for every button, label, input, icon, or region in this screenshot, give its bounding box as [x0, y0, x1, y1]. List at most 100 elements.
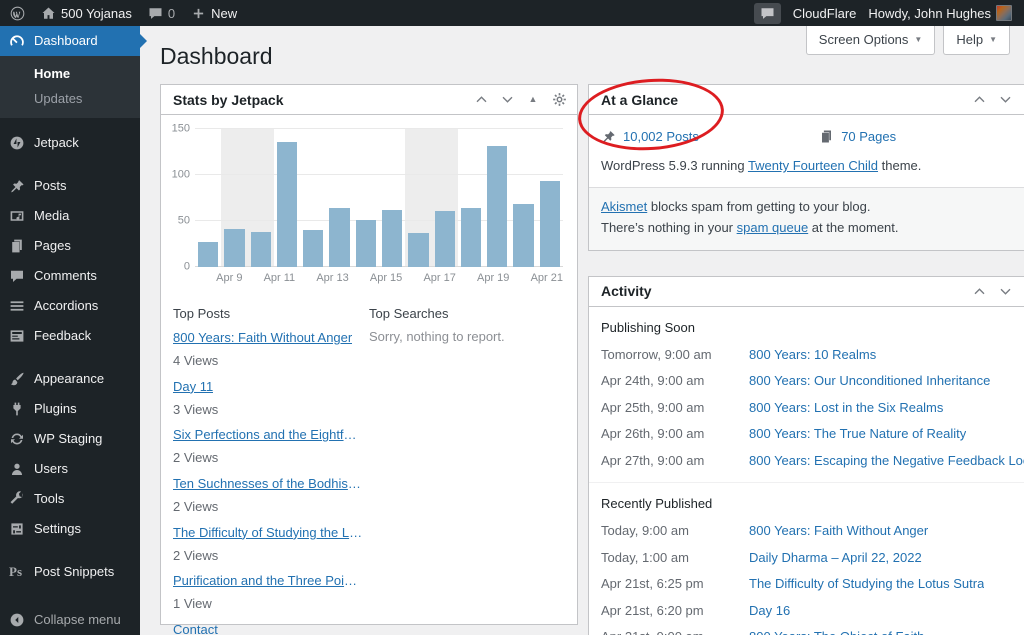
activity-post-link[interactable]: 800 Years: The True Nature of Reality — [749, 424, 966, 444]
sidebar-item-jetpack[interactable]: Jetpack — [0, 128, 140, 158]
spam-queue-link[interactable]: spam queue — [737, 220, 809, 235]
help-label: Help — [956, 32, 984, 47]
activity-post-link[interactable]: 800 Years: Faith Without Anger — [749, 521, 928, 541]
top-post-link[interactable]: Ten Suchnesses of the Bodhisattvas — [173, 475, 363, 494]
activity-date: Apr 25th, 9:00 am — [601, 399, 705, 415]
activity-row: Apr 27th, 9:00 am 800 Years: Escaping th… — [589, 448, 1024, 475]
jetpack-chart-yaxis: 0 50 100 150 — [169, 123, 195, 272]
collapse-panel-icon[interactable]: ▲ — [525, 92, 541, 108]
sidebar-item-settings[interactable]: Settings — [0, 514, 140, 544]
chart-bar — [276, 141, 298, 267]
activity-post-link[interactable]: 800 Years: Our Unconditioned Inheritance — [749, 371, 990, 391]
chart-bar — [539, 181, 560, 267]
sidebar-item-post-snippets[interactable]: Ps Post Snippets — [0, 557, 140, 587]
pages-count-label: 70 Pages — [841, 129, 897, 144]
sidebar-item-home[interactable]: Home — [0, 61, 140, 86]
activity-date: Today, 9:00 am — [601, 523, 689, 539]
sidebar-item-dashboard[interactable]: Dashboard — [0, 26, 147, 56]
sidebar-item-users[interactable]: Users — [0, 454, 140, 484]
activity-post-link[interactable]: 800 Years: Escaping the Negative Feedbac… — [749, 451, 1024, 471]
pages-icon — [819, 129, 834, 144]
activity-row: Apr 24th, 9:00 am 800 Years: Our Uncondi… — [589, 368, 1024, 395]
posts-count-link[interactable]: 10,002 Posts — [601, 129, 819, 144]
top-post-link[interactable]: Six Perfections and the Eightfold ... — [173, 426, 363, 445]
sidebar-item-media[interactable]: Media — [0, 201, 140, 231]
top-post-item: The Difficulty of Studying the Lot... 2 … — [173, 524, 369, 566]
sidebar-item-wp-staging[interactable]: WP Staging — [0, 424, 140, 454]
sidebar-item-label: Pages — [34, 237, 71, 253]
sidebar-item-comments[interactable]: Comments — [0, 261, 140, 291]
top-posts-heading: Top Posts — [173, 306, 231, 321]
top-post-link[interactable]: 800 Years: Faith Without Anger — [173, 329, 352, 348]
activity-date: Apr 21st, 6:20 pm — [601, 602, 704, 618]
wp-logo-menu[interactable] — [10, 6, 25, 21]
top-post-views: 4 Views — [173, 352, 219, 368]
bar-slot — [405, 129, 431, 267]
top-post-link[interactable]: Purification and the Three Poisons — [173, 572, 363, 591]
bar-slot — [510, 129, 536, 267]
theme-link[interactable]: Twenty Fourteen Child — [748, 158, 878, 173]
bar-slot — [432, 129, 458, 267]
new-content-menu[interactable]: New — [191, 6, 237, 21]
screen-options-button[interactable]: Screen Options ▼ — [805, 26, 936, 55]
activity-post-link[interactable]: The Difficulty of Studying the Lotus Sut… — [749, 574, 984, 594]
activity-post-link[interactable]: 800 Years: The Object of Faith — [749, 627, 924, 635]
bar-slot — [537, 129, 563, 267]
sidebar-item-label: Tools — [34, 490, 65, 506]
pushpin-icon — [9, 178, 25, 194]
top-post-views: 3 Views — [173, 401, 219, 417]
sidebar-item-plugins[interactable]: Plugins — [0, 394, 140, 424]
sidebar-item-label: Feedback — [34, 327, 92, 343]
move-down-icon[interactable] — [499, 92, 515, 108]
spam-queue-text-b: at the moment. — [808, 219, 899, 235]
move-up-icon[interactable] — [971, 92, 987, 108]
top-post-item: Contact 1 View — [173, 621, 369, 635]
move-up-icon[interactable] — [473, 92, 489, 108]
top-post-link[interactable]: The Difficulty of Studying the Lot... — [173, 524, 363, 543]
notification-bubble-button[interactable] — [753, 2, 781, 24]
activity-post-link[interactable]: Day 16 — [749, 601, 790, 621]
x-tick-label: Apr 19 — [477, 272, 510, 284]
chart-bar — [487, 145, 508, 267]
activity-row: Apr 26th, 9:00 am 800 Years: The True Na… — [589, 421, 1024, 448]
activity-post-link[interactable]: Daily Dharma – April 22, 2022 — [749, 548, 922, 568]
top-post-link[interactable]: Contact — [173, 621, 218, 635]
pages-count-link[interactable]: 70 Pages — [819, 129, 896, 144]
x-tick-label — [456, 272, 477, 284]
sidebar-item-posts[interactable]: Posts — [0, 171, 140, 201]
posts-count-label: 10,002 Posts — [623, 129, 699, 144]
activity-row: Apr 21st, 9:00 am 800 Years: The Object … — [589, 624, 1024, 635]
x-tick-label: Apr 17 — [423, 272, 456, 284]
gear-icon[interactable] — [551, 92, 567, 108]
move-up-icon[interactable] — [971, 283, 987, 299]
at-a-glance-panel: At a Glance ▲ 10,002 Posts — [575, 73, 1024, 251]
sidebar-item-label: Users — [34, 460, 68, 476]
sidebar-item-accordions[interactable]: Accordions — [0, 291, 140, 321]
top-post-item: Six Perfections and the Eightfold ... 2 … — [173, 426, 369, 468]
activity-post-link[interactable]: 800 Years: Lost in the Six Realms — [749, 398, 943, 418]
my-account-menu[interactable]: Howdy, John Hughes — [868, 5, 1012, 21]
cloudflare-menu[interactable]: CloudFlare — [793, 6, 857, 21]
pages-icon — [9, 238, 25, 254]
top-searches-heading: Top Searches — [369, 306, 449, 321]
activity-row: Apr 21st, 6:20 pm Day 16 — [589, 598, 1024, 625]
sidebar-item-appearance[interactable]: Appearance — [0, 364, 140, 394]
avatar — [996, 5, 1012, 21]
y-tick-label: 50 — [177, 214, 190, 227]
comments-menu[interactable]: 0 — [148, 6, 175, 21]
help-button[interactable]: Help ▼ — [943, 26, 1010, 55]
sidebar-item-label: Posts — [34, 177, 67, 193]
move-down-icon[interactable] — [997, 283, 1013, 299]
collapse-menu-button[interactable]: Collapse menu — [0, 605, 140, 635]
move-down-icon[interactable] — [997, 92, 1013, 108]
sidebar-item-tools[interactable]: Tools — [0, 484, 140, 514]
akismet-link[interactable]: Akismet — [601, 199, 647, 214]
site-name-menu[interactable]: 500 Yojanas — [41, 6, 132, 21]
sidebar-item-pages[interactable]: Pages — [0, 231, 140, 261]
activity-post-link[interactable]: 800 Years: 10 Realms — [749, 345, 876, 365]
activity-date: Tomorrow, 9:00 am — [601, 346, 712, 362]
sidebar-item-feedback[interactable]: Feedback — [0, 321, 140, 351]
top-post-views: 2 Views — [173, 450, 219, 466]
top-post-link[interactable]: Day 11 — [173, 378, 213, 397]
sidebar-item-updates[interactable]: Updates — [0, 86, 140, 111]
